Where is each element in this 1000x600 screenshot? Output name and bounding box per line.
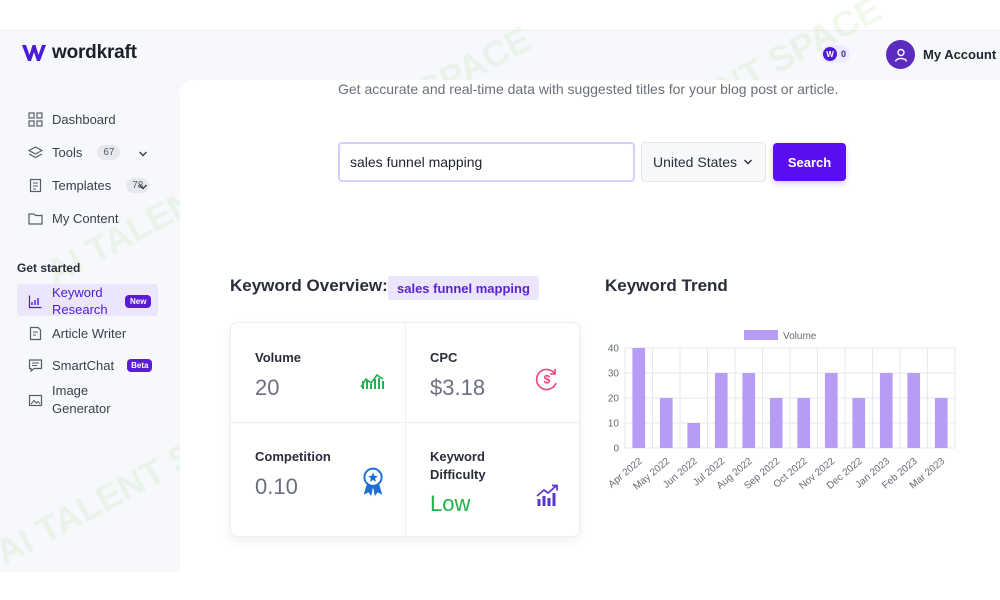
layers-icon xyxy=(28,146,43,159)
metrics-card: Volume 20 CPC $3.18 $ Competition 0.10 K… xyxy=(230,322,581,538)
chevron-down-icon[interactable] xyxy=(138,182,148,192)
y-tick-label: 10 xyxy=(608,419,620,430)
divider xyxy=(231,422,581,423)
credits-count: 0 xyxy=(841,49,847,59)
edit-doc-icon xyxy=(29,326,42,341)
sidebar-item-label: Article Writer xyxy=(52,326,127,341)
sidebar-item-dashboard[interactable]: Dashboard xyxy=(28,112,116,127)
competition-value: 0.10 xyxy=(255,474,298,499)
sidebar-item-smartchat[interactable]: SmartChat Beta xyxy=(28,358,153,373)
new-badge: New xyxy=(125,294,152,308)
divider xyxy=(405,323,406,538)
user-avatar-icon xyxy=(886,40,915,69)
app-name: wordkraft xyxy=(52,42,137,63)
keyword-overview-title: Keyword Overview: xyxy=(230,276,388,295)
y-tick-label: 30 xyxy=(608,369,620,380)
credits-badge[interactable]: W 0 xyxy=(821,45,851,63)
sidebar: Dashboard Tools 67 Templates 78 My Conte… xyxy=(0,70,180,572)
main-content: Get accurate and real-time data with sug… xyxy=(180,80,1000,572)
legend-label: Volume xyxy=(783,331,817,342)
sidebar-item-label: Dashboard xyxy=(52,112,116,127)
svg-text:$: $ xyxy=(544,373,551,387)
volume-label: Volume xyxy=(255,350,301,365)
volume-value: 20 xyxy=(255,375,280,400)
document-icon xyxy=(29,178,42,193)
difficulty-value: Low xyxy=(430,491,471,516)
bar xyxy=(659,398,673,448)
sidebar-item-image-generator[interactable]: Image Generator xyxy=(28,382,122,418)
search-button[interactable]: Search xyxy=(773,143,846,181)
account-label: My Account xyxy=(923,47,997,62)
bar xyxy=(824,373,838,448)
bar xyxy=(879,373,893,448)
sidebar-item-article-writer[interactable]: Article Writer xyxy=(28,326,126,341)
competition-label: Competition xyxy=(255,449,331,464)
folder-icon xyxy=(28,213,43,225)
keyword-chip: sales funnel mapping xyxy=(388,276,539,300)
bar xyxy=(797,398,811,448)
keyword-trend-chart: Volume010203040Apr 2022May 2022Jun 2022J… xyxy=(607,330,956,493)
bar xyxy=(907,373,921,448)
bar xyxy=(742,373,756,448)
grid-icon xyxy=(28,112,43,127)
chart-icon xyxy=(28,295,42,308)
section-label-get-started: Get started xyxy=(17,261,81,275)
bar xyxy=(632,348,646,448)
sidebar-item-keyword-research[interactable]: Keyword Research New xyxy=(28,284,152,318)
volume-bars-icon xyxy=(360,373,384,389)
credits-icon: W xyxy=(823,47,837,61)
bar xyxy=(687,423,701,448)
dollar-refresh-icon: $ xyxy=(535,368,557,391)
page-subtitle: Get accurate and real-time data with sug… xyxy=(338,81,839,97)
sidebar-item-templates[interactable]: Templates 78 xyxy=(28,178,150,193)
bar xyxy=(769,398,783,448)
chat-icon xyxy=(28,359,43,373)
cpc-value: $3.18 xyxy=(430,375,486,400)
chevron-down-icon[interactable] xyxy=(138,149,148,159)
difficulty-label: Keyword Difficulty xyxy=(430,449,486,482)
tools-count-badge: 67 xyxy=(97,145,121,160)
wordkraft-logo-icon xyxy=(22,45,46,61)
trend-up-bars-icon xyxy=(536,484,558,506)
keyword-search-input[interactable] xyxy=(338,142,635,182)
sidebar-item-my-content[interactable]: My Content xyxy=(28,211,118,226)
keyword-trend-title: Keyword Trend xyxy=(605,276,728,295)
sidebar-item-label: Image Generator xyxy=(52,383,111,416)
legend-swatch xyxy=(744,330,778,340)
bar xyxy=(852,398,866,448)
sidebar-item-label: SmartChat xyxy=(52,358,115,373)
beta-badge: Beta xyxy=(127,359,153,372)
sidebar-item-label: Keyword Research xyxy=(52,285,108,317)
y-tick-label: 20 xyxy=(608,394,620,405)
bar xyxy=(934,398,948,448)
sidebar-item-tools[interactable]: Tools 67 xyxy=(28,145,121,160)
image-icon xyxy=(28,394,43,406)
app-logo[interactable]: wordkraft xyxy=(22,42,137,64)
cpc-label: CPC xyxy=(430,350,458,365)
y-tick-label: 0 xyxy=(613,444,619,455)
country-select-value: United States xyxy=(653,154,738,170)
country-select[interactable]: United States xyxy=(641,142,766,182)
chevron-down-icon xyxy=(744,159,753,165)
sidebar-item-label: Tools xyxy=(52,145,83,160)
award-ribbon-icon xyxy=(363,467,383,497)
bar xyxy=(714,373,728,448)
sidebar-item-label: My Content xyxy=(52,211,119,226)
account-menu[interactable]: My Account xyxy=(886,40,996,69)
sidebar-item-label: Templates xyxy=(52,178,112,193)
y-tick-label: 40 xyxy=(608,344,620,355)
